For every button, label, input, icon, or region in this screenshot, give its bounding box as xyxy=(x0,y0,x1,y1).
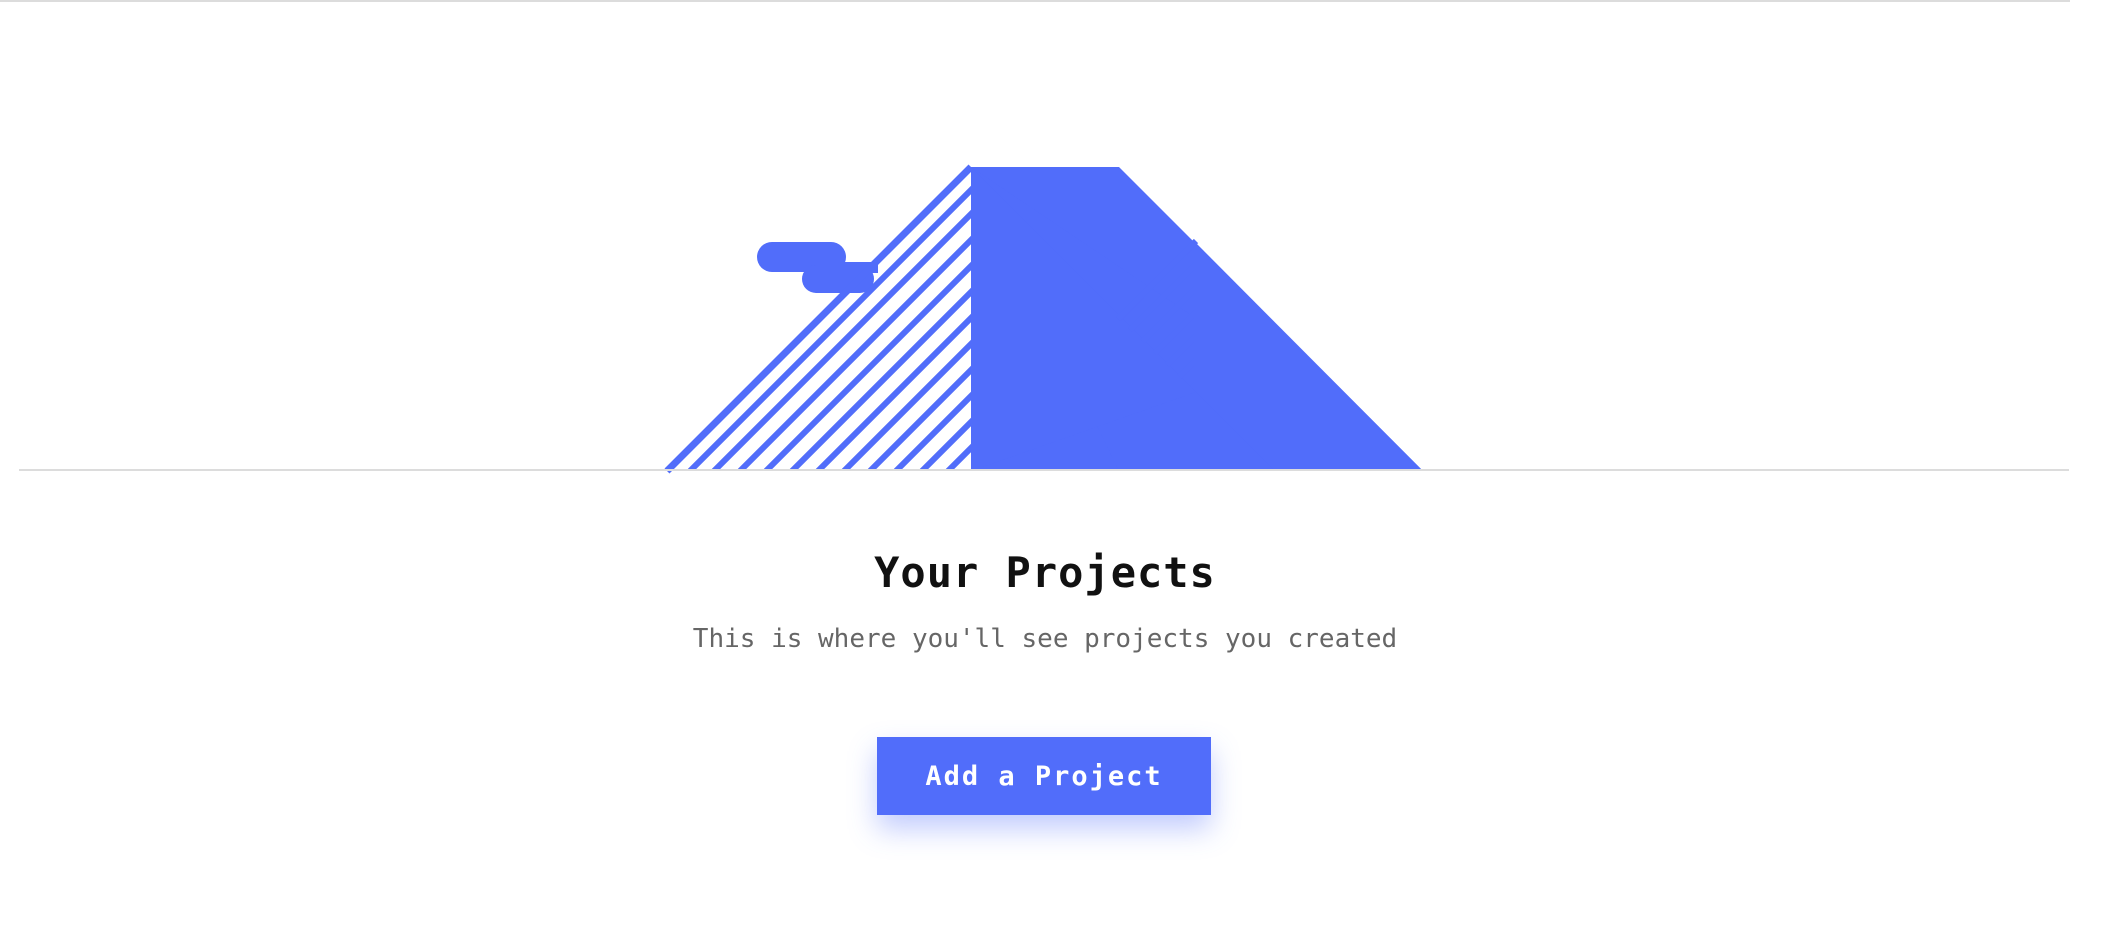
cloud-left-icon xyxy=(757,242,878,293)
projects-empty-state: Your Projects This is where you'll see p… xyxy=(0,0,2108,938)
horizon-divider xyxy=(19,469,2069,471)
mountains-icon xyxy=(664,164,1423,474)
page-title: Your Projects xyxy=(874,548,1216,597)
page-subtitle: This is where you'll see projects you cr… xyxy=(692,624,1398,654)
add-project-button[interactable]: Add a Project xyxy=(877,737,1211,815)
